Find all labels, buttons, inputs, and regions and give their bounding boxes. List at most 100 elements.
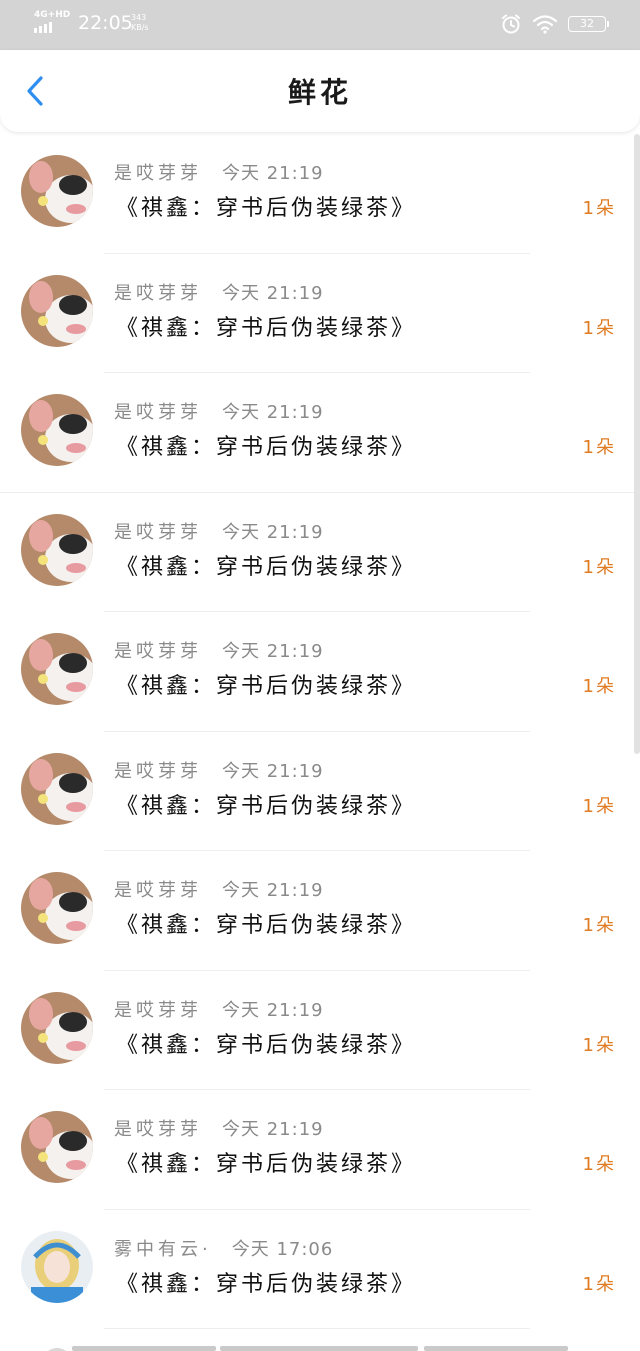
item-meta: 是哎芽芽 今天 21:19: [114, 282, 324, 306]
avatar[interactable]: [21, 991, 93, 1064]
flower-count: 1朵: [582, 1273, 616, 1295]
divider: [220, 1346, 418, 1351]
corgi-avatar-image: [21, 155, 93, 227]
sender-name: 是哎芽芽: [114, 521, 202, 543]
divider: [104, 1328, 530, 1329]
scrollbar[interactable]: [634, 134, 640, 754]
send-time: 今天 21:19: [222, 163, 324, 184]
book-title: 《祺鑫：穿书后伪装绿茶》: [116, 793, 417, 819]
send-time: 今天 21:19: [222, 1119, 324, 1140]
flower-count: 1朵: [582, 1034, 616, 1056]
item-meta: 是哎芽芽 今天 21:19: [114, 760, 324, 784]
sender-name: 是哎芽芽: [114, 163, 202, 184]
alarm-icon: [502, 14, 520, 34]
item-meta: 是哎芽芽 今天 21:19: [114, 879, 324, 903]
avatar[interactable]: [21, 633, 93, 705]
send-time: 今天 21:19: [222, 999, 324, 1021]
avatar[interactable]: [21, 513, 93, 586]
list-item[interactable]: 是哎芽芽 今天 21:19 《祺鑫：穿书后伪装绿茶》 1朵: [0, 493, 640, 612]
book-title: 《祺鑫：穿书后伪装绿茶》: [116, 674, 417, 699]
list-item[interactable]: 是哎芽芽 今天 21:19 《祺鑫：穿书后伪装绿茶》 1朵: [0, 1090, 640, 1210]
header: 鲜花: [0, 50, 640, 132]
page-title: 鲜花: [287, 76, 352, 109]
status-time: 22:05: [78, 12, 133, 34]
item-meta: 是哎芽芽 今天 21:19: [114, 162, 324, 186]
avatar[interactable]: [21, 872, 93, 944]
corgi-avatar-image: [21, 1111, 93, 1183]
network-speed-unit: KB/s: [131, 23, 149, 32]
list-item[interactable]: 是哎芽芽 今天 21:19 《祺鑫：穿书后伪装绿茶》 1朵: [0, 612, 640, 732]
divider: [72, 1346, 216, 1351]
send-time: 今天 21:19: [222, 641, 324, 662]
signal-icon: [34, 22, 70, 33]
send-time: 今天 21:19: [222, 521, 324, 543]
flower-count: 1朵: [582, 676, 616, 697]
item-meta: 是哎芽芽 今天 21:19: [114, 1118, 324, 1142]
network-speed-value: 343: [131, 13, 147, 22]
avatar[interactable]: [21, 1111, 93, 1183]
sender-name: 是哎芽芽: [114, 760, 202, 782]
flower-list: 是哎芽芽 今天 21:19 《祺鑫：穿书后伪装绿茶》 1朵 是哎芽芽 今天 21:1…: [0, 134, 640, 1329]
book-title: 《祺鑫：穿书后伪装绿茶》: [116, 554, 417, 580]
corgi-avatar-image: [21, 633, 93, 705]
book-title: 《祺鑫：穿书后伪装绿茶》: [116, 913, 417, 938]
list-item[interactable]: 是哎芽芽 今天 21:19 《祺鑫：穿书后伪装绿茶》 1朵: [0, 134, 640, 254]
book-title: 《祺鑫：穿书后伪装绿茶》: [116, 435, 417, 460]
corgi-avatar-image: [21, 394, 93, 466]
flower-count: 1朵: [582, 556, 616, 578]
flower-count: 1朵: [582, 317, 616, 339]
sender-name: 是哎芽芽: [114, 282, 202, 304]
item-meta: 是哎芽芽 今天 21:19: [114, 521, 324, 545]
sender-name: 是哎芽芽: [114, 641, 202, 662]
divider: [424, 1346, 568, 1351]
wifi-icon: [532, 15, 558, 34]
item-meta: 是哎芽芽 今天 21:19: [114, 999, 324, 1023]
flower-count: 1朵: [582, 198, 616, 219]
status-bar: 4G+HD 22:05 343 KB/s 32: [0, 0, 640, 50]
book-title: 《祺鑫：穿书后伪装绿茶》: [116, 1032, 417, 1058]
girl-avatar-image: [21, 1230, 93, 1303]
send-time: 今天 21:19: [222, 282, 324, 304]
avatar[interactable]: [21, 752, 93, 825]
item-meta: 是哎芽芽 今天 21:19: [114, 401, 324, 425]
sender-name: 雾中有云·: [114, 1238, 212, 1260]
book-title: 《祺鑫：穿书后伪装绿茶》: [116, 196, 417, 221]
avatar[interactable]: [21, 274, 93, 347]
book-title: 《祺鑫：穿书后伪装绿茶》: [116, 1152, 417, 1177]
network-type-label: 4G+HD: [34, 10, 71, 20]
status-icons: 32: [500, 13, 609, 35]
flower-count: 1朵: [582, 437, 616, 458]
send-time: 今天 21:19: [222, 402, 324, 423]
item-meta: 雾中有云· 今天 17:06: [114, 1238, 333, 1262]
corgi-avatar-image: [21, 513, 93, 586]
sender-name: 是哎芽芽: [114, 880, 202, 901]
list-item[interactable]: 是哎芽芽 今天 21:19 《祺鑫：穿书后伪装绿茶》 1朵: [0, 373, 640, 493]
flower-count: 1朵: [582, 915, 616, 936]
list-item-partial[interactable]: [0, 1330, 640, 1351]
network-indicator: 4G+HD: [34, 10, 70, 33]
sender-name: 是哎芽芽: [114, 1119, 202, 1140]
send-time: 今天 21:19: [222, 760, 324, 782]
list-item[interactable]: 是哎芽芽 今天 21:19 《祺鑫：穿书后伪装绿茶》 1朵: [0, 732, 640, 851]
corgi-avatar-image: [21, 274, 93, 347]
avatar[interactable]: [21, 1230, 93, 1303]
list-item[interactable]: 是哎芽芽 今天 21:19 《祺鑫：穿书后伪装绿茶》 1朵: [0, 254, 640, 373]
list-item[interactable]: 是哎芽芽 今天 21:19 《祺鑫：穿书后伪装绿茶》 1朵: [0, 851, 640, 971]
avatar[interactable]: [21, 155, 93, 227]
book-title: 《祺鑫：穿书后伪装绿茶》: [116, 1271, 417, 1297]
item-meta: 是哎芽芽 今天 21:19: [114, 640, 324, 664]
network-speed: 343 KB/s: [131, 13, 149, 33]
flower-count: 1朵: [582, 1154, 616, 1175]
avatar[interactable]: [21, 394, 93, 466]
corgi-avatar-image: [21, 872, 93, 944]
list-item[interactable]: 是哎芽芽 今天 21:19 《祺鑫：穿书后伪装绿茶》 1朵: [0, 971, 640, 1090]
sender-name: 是哎芽芽: [114, 999, 202, 1021]
book-title: 《祺鑫：穿书后伪装绿茶》: [116, 315, 417, 341]
battery-indicator: 32: [568, 16, 609, 32]
send-time: 今天 17:06: [231, 1238, 334, 1260]
list-item[interactable]: 雾中有云· 今天 17:06 《祺鑫：穿书后伪装绿茶》 1朵: [0, 1210, 640, 1329]
corgi-avatar-image: [21, 991, 93, 1064]
flower-count: 1朵: [582, 795, 616, 817]
send-time: 今天 21:19: [222, 880, 324, 901]
sender-name: 是哎芽芽: [114, 402, 202, 423]
